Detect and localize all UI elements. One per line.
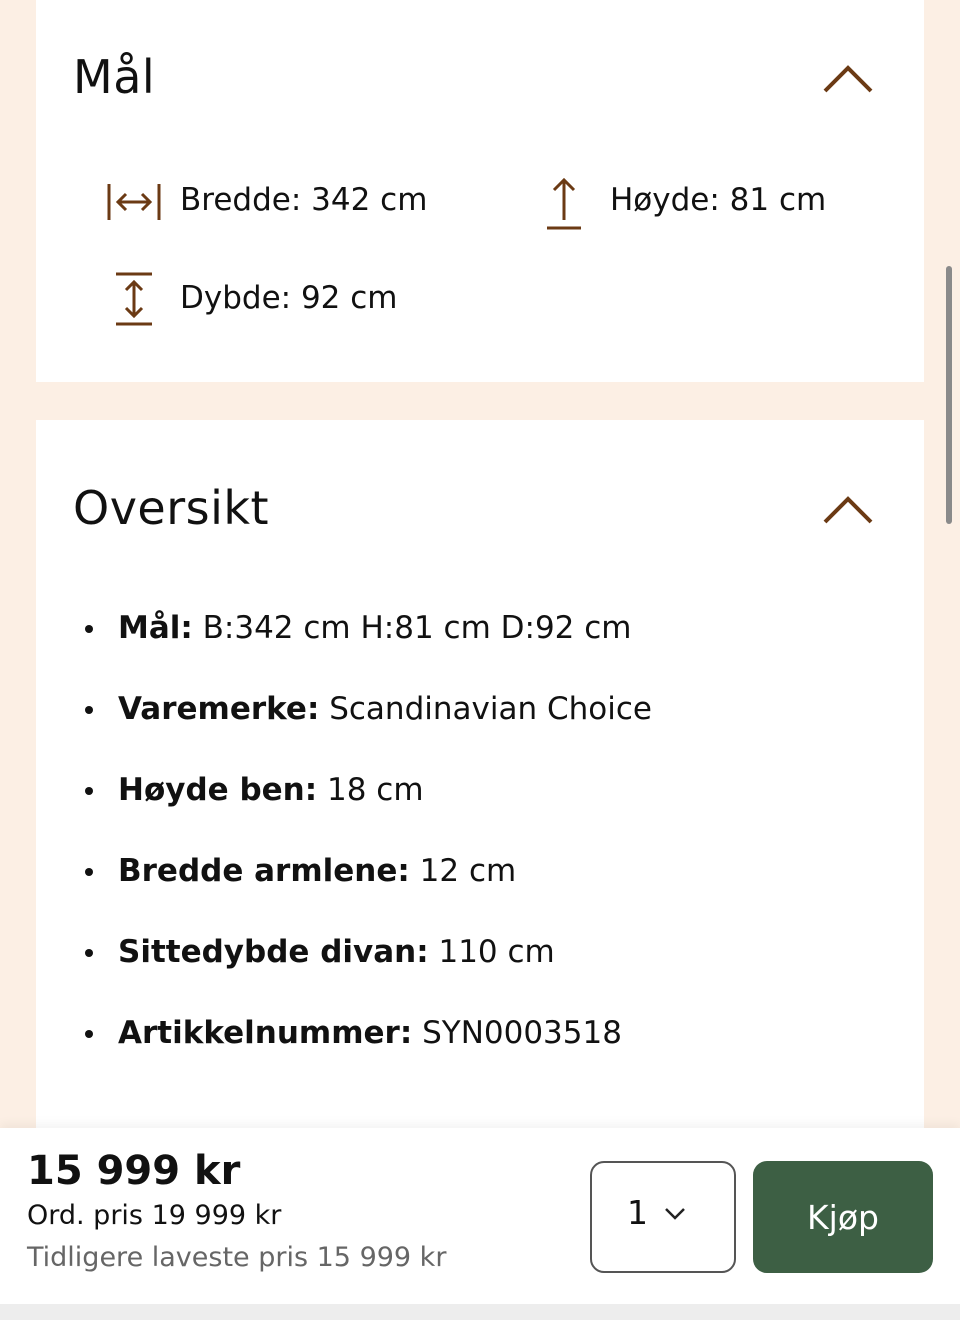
width-label: Bredde: 342 cm [180, 182, 428, 218]
chevron-up-icon[interactable] [822, 64, 874, 94]
dimension-depth: Dybde: 92 cm [104, 268, 397, 328]
bullet [85, 868, 93, 876]
spec-value: SYN0003518 [412, 1015, 622, 1051]
spec-key: Høyde ben: [118, 772, 318, 808]
quantity-value: 1 [627, 1193, 648, 1232]
list-item: Bredde armlene: 12 cm [82, 831, 652, 912]
bullet [85, 1030, 93, 1038]
spec-value: B:342 cm H:81 cm D:92 cm [192, 610, 632, 646]
width-arrows-icon [107, 184, 161, 220]
list-item: Høyde ben: 18 cm [82, 750, 652, 831]
list-item: Artikkelnummer: SYN0003518 [82, 993, 652, 1074]
depth-arrows-icon [116, 272, 152, 326]
overview-spec-list: Mål: B:342 cm H:81 cm D:92 cm Varemerke:… [82, 588, 652, 1074]
dimensions-title: Mål [73, 50, 156, 104]
spec-key: Artikkelnummer: [118, 1015, 413, 1051]
ordinary-price: Ord. pris 19 999 kr [27, 1200, 282, 1231]
buy-button[interactable]: Kjøp [753, 1161, 933, 1273]
bullet [85, 787, 93, 795]
spec-key: Mål: [118, 610, 193, 646]
lowest-price: Tidligere laveste pris 15 999 kr [27, 1242, 447, 1273]
chevron-up-icon[interactable] [822, 495, 874, 525]
depth-label: Dybde: 92 cm [180, 280, 398, 316]
scrollbar[interactable] [946, 266, 952, 524]
spec-key: Bredde armlene: [118, 853, 410, 889]
bullet [85, 625, 93, 633]
list-item: Mål: B:342 cm H:81 cm D:92 cm [82, 588, 652, 669]
spec-key: Sittedybde divan: [118, 934, 429, 970]
spec-value: Scandinavian Choice [319, 691, 652, 727]
spec-value: 18 cm [317, 772, 424, 808]
list-item: Sittedybde divan: 110 cm [82, 912, 652, 993]
current-price: 15 999 kr [27, 1148, 241, 1194]
dimension-width: Bredde: 342 cm [104, 170, 427, 230]
height-arrow-icon [547, 177, 581, 230]
height-label: Høyde: 81 cm [610, 182, 827, 218]
dimension-height: Høyde: 81 cm [534, 170, 826, 230]
bullet [85, 706, 93, 714]
spec-value: 110 cm [428, 934, 555, 970]
bottom-edge [0, 1304, 960, 1320]
spec-value: 12 cm [409, 853, 517, 889]
spec-key: Varemerke: [118, 691, 320, 727]
quantity-select[interactable]: 1 [590, 1161, 736, 1273]
bullet [85, 949, 93, 957]
purchase-bar: 15 999 kr Ord. pris 19 999 kr Tidligere … [0, 1128, 960, 1304]
overview-title: Oversikt [73, 481, 270, 535]
list-item: Varemerke: Scandinavian Choice [82, 669, 652, 750]
dimensions-card: Mål Bredde: 342 cm Høyde: 81 cm Dybde: 9… [36, 0, 924, 382]
chevron-down-icon [665, 1208, 685, 1220]
